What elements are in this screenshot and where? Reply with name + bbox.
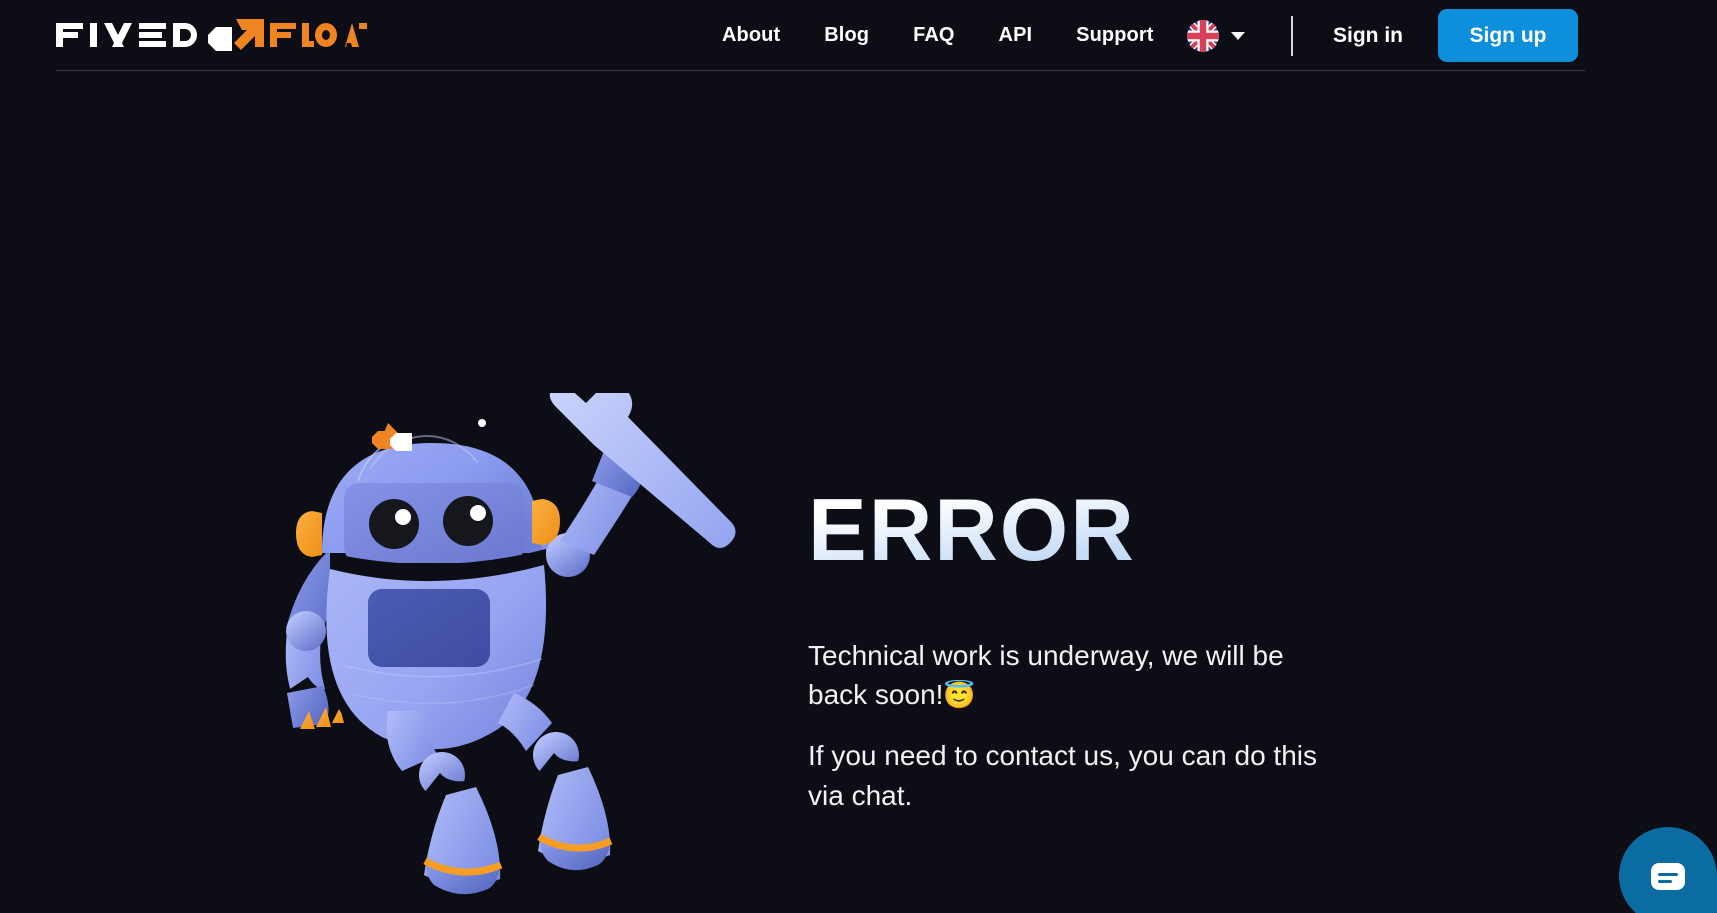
halo-smile-emoji: 😇	[943, 680, 976, 711]
sign-in-button[interactable]: Sign in	[1333, 0, 1403, 71]
brand-logo-svg-2	[315, 23, 367, 47]
main-navigation: About Blog FAQ API Support	[700, 0, 1176, 71]
site-header: FIXED FLOAT About Blog FAQ API Support E…	[0, 0, 1717, 71]
header-vertical-divider	[1291, 16, 1293, 56]
error-message-secondary: If you need to contact us, you can do th…	[808, 740, 1317, 811]
arrow-exchange-icon	[208, 19, 264, 51]
sign-up-button[interactable]: Sign up	[1438, 9, 1578, 62]
page-title: ERROR	[808, 486, 1408, 574]
chat-bubble-icon	[1651, 862, 1685, 890]
nav-link-faq[interactable]: FAQ	[891, 24, 976, 47]
uk-flag-icon	[1187, 19, 1219, 52]
chat-widget-button[interactable]: Chat	[1619, 827, 1717, 913]
error-text-block: ERROR Technical work is underway, we wil…	[808, 486, 1408, 815]
language-selector[interactable]: EN	[1187, 0, 1245, 71]
robot-with-wrench-illustration	[284, 393, 736, 895]
nav-link-about[interactable]: About	[700, 24, 802, 47]
main-content: ERROR Technical work is underway, we wil…	[0, 71, 1717, 913]
chevron-down-icon	[1231, 31, 1245, 40]
brand-logo-svg	[56, 19, 314, 51]
error-message-primary: Technical work is underway, we will be b…	[808, 636, 1348, 714]
nav-link-api[interactable]: API	[977, 24, 1055, 47]
error-message-primary-text: Technical work is underway, we will be b…	[808, 640, 1284, 711]
nav-link-blog[interactable]: Blog	[802, 24, 891, 47]
brand-logo[interactable]: FIXED FLOAT	[56, 18, 367, 52]
nav-link-support[interactable]: Support	[1054, 24, 1175, 47]
